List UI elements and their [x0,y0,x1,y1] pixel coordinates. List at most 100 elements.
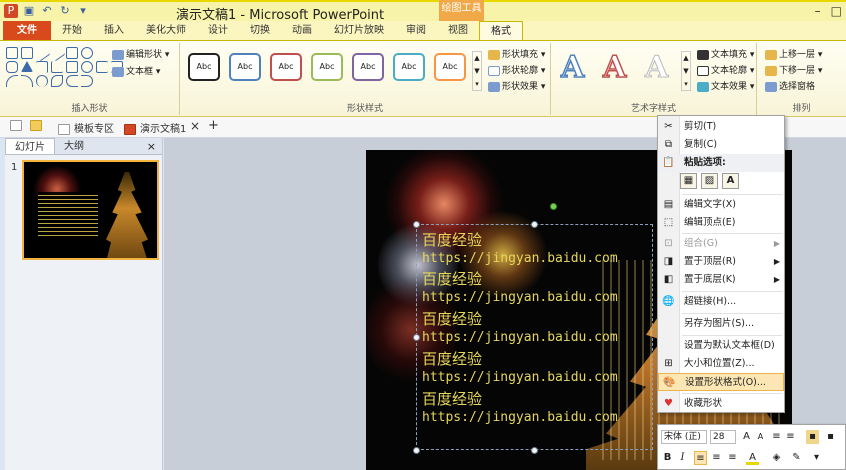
tab-view[interactable]: 视图 [437,21,479,40]
shape-more-icon[interactable] [96,75,108,87]
resize-handle-top[interactable] [531,221,538,228]
shape-style-preset-5[interactable]: Abc [352,53,384,81]
shape-line-icon[interactable] [33,44,51,62]
wordart-preset-2[interactable]: A [602,50,627,86]
shape-rbracket-icon[interactable] [81,75,93,87]
menu-item-format-shape[interactable]: 🎨 设置形状格式(O)... [658,373,784,391]
paste-use-destination-icon[interactable]: ▦ [680,173,697,189]
paste-keep-text-only-icon[interactable]: A [722,173,739,189]
shape-style-preset-4[interactable]: Abc [311,53,343,81]
bold-button[interactable]: B [661,451,674,465]
redo-icon[interactable]: ↻ [58,4,72,18]
shape-gallery[interactable] [6,44,123,87]
align-center-button[interactable]: ≡ [710,451,723,465]
shape-elbow-arrow-icon[interactable] [51,61,63,73]
tab-format[interactable]: 格式 [479,21,523,40]
shape-style-preset-7[interactable]: Abc [434,53,466,81]
maximize-icon[interactable]: □ [831,4,842,18]
menu-item-copy[interactable]: ⧉ 复制(C) [658,136,784,154]
menu-item-hyperlink[interactable]: 🌐 超链接(H)... [658,293,784,311]
shape-effects-button[interactable]: 形状效果 ▾ [488,79,545,92]
menu-item-set-default-textbox[interactable]: 设置为默认文本框(D) [658,337,784,355]
resize-handle-bottom[interactable] [531,447,538,454]
resize-handle-top-left[interactable] [413,221,420,228]
tab-outline[interactable]: 大纲 [55,138,93,154]
menu-item-cut[interactable]: ✂ 剪切(T) [658,118,784,136]
save-icon[interactable]: ▣ [22,4,36,18]
text-box-button[interactable]: 文本框 ▾ [112,64,160,77]
shape-fill-button[interactable]: 形状填充 ▾ [488,47,545,60]
tab-file[interactable]: 文件 [3,21,51,40]
shape-oval-icon[interactable] [81,47,93,59]
text-effects-button[interactable]: 文本效果 ▾ [697,79,754,92]
paste-picture-icon[interactable]: ▨ [701,173,718,189]
format-painter-icon[interactable]: ▪ [824,430,837,444]
shape-down-arrow-icon[interactable] [66,61,78,73]
folder-icon[interactable] [30,120,46,132]
shape-outline-button[interactable]: 形状轮廓 ▾ [488,63,545,76]
shape-arrow-icon[interactable] [48,44,66,62]
shape-textbox-icon[interactable] [6,47,18,59]
menu-item-bring-to-front[interactable]: ◨ 置于顶层(R) ▶ [658,253,784,271]
shrink-font-icon[interactable]: A [754,430,767,444]
selection-pane-button[interactable]: 选择窗格 [765,79,815,92]
resize-handle-bottom-left[interactable] [413,447,420,454]
new-doc-icon[interactable] [10,120,26,132]
bring-forward-button[interactable]: 上移一层 ▾ [765,47,822,60]
shape-style-preset-6[interactable]: Abc [393,53,425,81]
font-size-field[interactable]: 28 [710,430,736,444]
menu-item-save-as-picture[interactable]: 另存为图片(S)... [658,315,784,333]
minimize-icon[interactable]: – [815,4,821,18]
shape-elbow-icon[interactable] [36,61,48,73]
shape-rectangle-icon[interactable] [66,47,78,59]
tab-home[interactable]: 开始 [51,21,93,40]
font-name-field[interactable]: 宋体 (正) [661,430,707,444]
shape-outline-mini-icon[interactable]: ✎ [790,451,803,465]
font-color-button[interactable]: A [746,451,759,465]
menu-item-collect-shape[interactable]: ♥ 收藏形状 [658,395,784,413]
tab-review[interactable]: 审阅 [395,21,437,40]
menu-item-edit-points[interactable]: ⬚ 编辑顶点(E) [658,214,784,232]
customize-qat-icon[interactable]: ▾ [76,4,90,18]
resize-handle-left[interactable] [413,334,420,341]
slide-thumbnail-1[interactable] [22,160,159,260]
align-left-button[interactable]: ≡ [694,451,707,465]
more-options-icon[interactable]: ▾ [810,451,823,465]
shape-fill-mini-icon[interactable]: ◈ [770,451,783,465]
shape-bracket-icon[interactable] [96,61,108,73]
close-doc-tab-icon[interactable]: × [190,119,200,133]
shape-arc-icon[interactable] [36,75,48,87]
text-outline-button[interactable]: 文本轮廓 ▾ [697,63,754,76]
menu-item-group[interactable]: ⊡ 组合(G) ▶ [658,235,784,253]
grow-font-icon[interactable]: A [740,430,753,444]
wordart-gallery-more[interactable]: ▲ ▼ ▾ [681,51,691,91]
menu-item-edit-text[interactable]: ▤ 编辑文字(X) [658,196,784,214]
template-zone-tab[interactable]: 模板专区 [58,120,114,135]
shape-triangle-icon[interactable] [21,61,33,72]
shape-style-preset-2[interactable]: Abc [229,53,261,81]
shape-freeform-icon[interactable] [21,75,33,87]
close-panel-icon[interactable]: × [147,138,162,154]
italic-button[interactable]: I [676,451,689,465]
send-backward-button[interactable]: 下移一层 ▾ [765,63,822,76]
shape-rounded-rect-icon[interactable] [6,61,18,73]
shape-style-gallery-more[interactable]: ▲ ▼ ▾ [472,51,482,91]
text-fill-button[interactable]: 文本填充 ▾ [697,47,754,60]
shape-star-icon[interactable] [81,61,93,73]
decrease-indent-icon[interactable]: ≡ [770,430,783,444]
wordart-preset-3[interactable]: A [644,50,668,85]
tab-animations[interactable]: 动画 [281,21,323,40]
shape-style-preset-3[interactable]: Abc [270,53,302,81]
wordart-preset-1[interactable]: A [560,50,585,86]
tab-slideshow[interactable]: 幻灯片放映 [323,21,395,40]
menu-item-send-to-back[interactable]: ◧ 置于底层(K) ▶ [658,271,784,289]
shape-lbracket-icon[interactable] [66,75,78,87]
shape-curve-icon[interactable] [6,75,18,87]
shape-scribble-icon[interactable] [51,75,63,87]
align-right-button[interactable]: ≡ [726,451,739,465]
shape-style-icon[interactable]: ▪ [806,430,819,444]
tab-beautify[interactable]: 美化大师 [135,21,197,40]
tab-insert[interactable]: 插入 [93,21,135,40]
add-tab-icon[interactable]: + [208,118,219,133]
shape-vertical-textbox-icon[interactable] [21,47,33,59]
